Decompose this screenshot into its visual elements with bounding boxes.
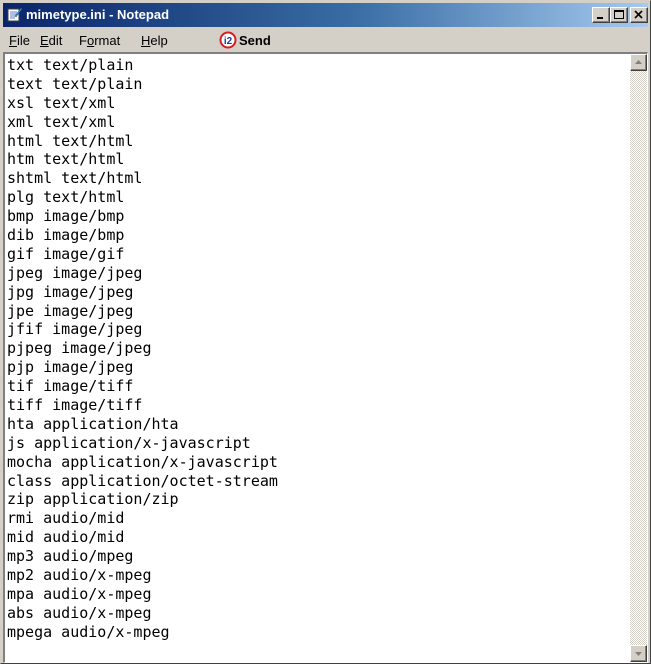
text-line: pjpeg image/jpeg	[7, 339, 152, 358]
text-line: htm text/html	[7, 150, 125, 169]
minimize-button[interactable]	[592, 7, 610, 23]
text-line: tif image/tiff	[7, 377, 134, 396]
notepad-icon[interactable]	[6, 6, 23, 22]
close-icon	[634, 10, 643, 19]
menu-edit[interactable]: Edit	[40, 32, 62, 49]
scroll-down-arrow-icon	[635, 652, 642, 656]
text-line: dib image/bmp	[7, 226, 125, 245]
scroll-up-button[interactable]	[630, 54, 647, 71]
text-line: mp2 audio/x-mpeg	[7, 566, 152, 585]
text-line: abs audio/x-mpeg	[7, 603, 152, 622]
text-line: plg text/html	[7, 188, 125, 207]
text-line: jfif image/jpeg	[7, 320, 143, 339]
scroll-down-button[interactable]	[630, 645, 647, 662]
text-line: gif image/gif	[7, 244, 125, 263]
menu-format[interactable]: Format	[79, 32, 120, 49]
text-line: pjp image/jpeg	[7, 358, 134, 377]
maximize-icon	[614, 10, 624, 19]
text-line: rmi audio/mid	[7, 509, 125, 528]
text-line: xml text/xml	[7, 112, 116, 131]
text-line: shtml text/html	[7, 169, 143, 188]
text-line: mp3 audio/mpeg	[7, 547, 134, 566]
text-line: zip application/zip	[7, 490, 179, 509]
close-button[interactable]	[630, 7, 648, 23]
text-editor[interactable]: txt text/plain text text/plain xsl text/xm…	[3, 52, 648, 663]
menu-file[interactable]: File	[9, 32, 30, 49]
text-line: xsl text/xml	[7, 93, 116, 112]
vertical-scrollbar[interactable]	[630, 54, 647, 662]
text-line: jpeg image/jpeg	[7, 263, 143, 282]
text-line: txt text/plain	[7, 56, 134, 74]
maximize-button[interactable]	[610, 7, 628, 23]
notepad-window: mimetype.ini - Notepad File Edit Format …	[0, 0, 651, 664]
text-line: hta application/hta	[7, 414, 179, 433]
text-line: jpg image/jpeg	[7, 282, 134, 301]
text-line: mpega audio/x-mpeg	[7, 622, 170, 641]
scroll-up-arrow-icon	[635, 60, 642, 64]
menu-help[interactable]: Help	[141, 32, 168, 49]
text-line: bmp image/bmp	[7, 207, 125, 226]
text-line: mpa audio/x-mpeg	[7, 584, 152, 603]
text-line: mid audio/mid	[7, 528, 125, 547]
i2-send-icon[interactable]: i2	[219, 31, 237, 49]
svg-text:i2: i2	[224, 36, 233, 47]
menu-bar: File Edit Format Help i2 Send	[3, 29, 648, 51]
text-line: js application/x-javascript	[7, 433, 251, 452]
menu-send[interactable]: Send	[239, 32, 271, 49]
text-line: html text/html	[7, 131, 134, 150]
text-line: class application/octet-stream	[7, 471, 278, 490]
text-line: tiff image/tiff	[7, 396, 143, 415]
minimize-icon	[597, 17, 603, 19]
title-bar[interactable]: mimetype.ini - Notepad	[3, 3, 648, 27]
text-line: mocha application/x-javascript	[7, 452, 278, 471]
editor-text-area[interactable]: txt text/plain text text/plain xsl text/xm…	[7, 56, 629, 659]
text-line: jpe image/jpeg	[7, 301, 134, 320]
window-title: mimetype.ini - Notepad	[26, 7, 170, 22]
text-line: text text/plain	[7, 74, 143, 93]
